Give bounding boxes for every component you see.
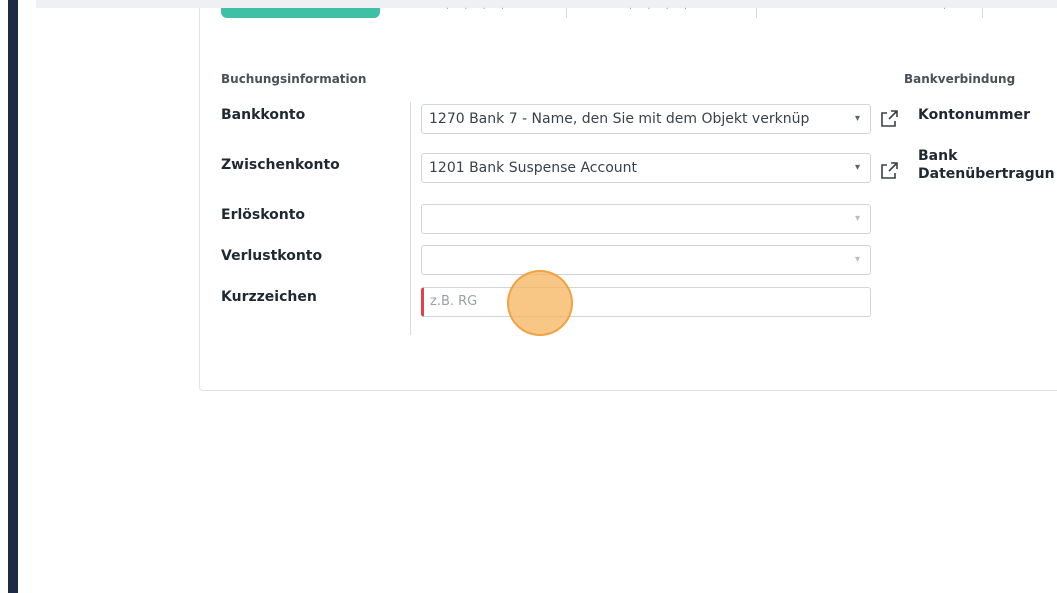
zwischenkonto-label: Zwischenkonto: [221, 157, 340, 173]
tab-2[interactable]: · · · ·: [390, 4, 567, 18]
chevron-down-icon: ▾: [854, 213, 860, 224]
kontonummer-label: Kontonummer: [918, 107, 1031, 123]
kurzzeichen-input[interactable]: z.B. RG: [421, 287, 871, 317]
kurzzeichen-label: Kurzzeichen: [221, 289, 317, 305]
tab-3[interactable]: · · · ·: [566, 4, 757, 18]
booking-section-title: Buchungsinformation: [221, 72, 367, 86]
tab-4[interactable]: ·: [756, 4, 983, 18]
datenuebertragung-label-line2: Datenübertragun: [918, 166, 1055, 182]
bank-section-title: Bankverbindung: [904, 72, 1016, 86]
external-link-icon[interactable]: [878, 160, 900, 182]
bankkonto-select[interactable]: 1270 Bank 7 - Name, den Sie mit dem Obje…: [421, 104, 871, 134]
kurzzeichen-placeholder: z.B. RG: [430, 294, 478, 309]
erloeskonto-label: Erlöskonto: [221, 207, 306, 223]
datenuebertragung-label-line1: Bank: [918, 148, 958, 164]
external-link-icon[interactable]: [878, 108, 900, 130]
left-sidebar: [0, 0, 36, 593]
erloeskonto-select[interactable]: ▾: [421, 204, 871, 234]
chevron-down-icon: ▾: [854, 113, 860, 124]
settings-card: · · · · · · · · · Buchungsinformation Ba…: [199, 4, 1057, 391]
zwischenkonto-value: 1201 Bank Suspense Account: [429, 160, 638, 176]
zwischenkonto-select[interactable]: 1201 Bank Suspense Account ▾: [421, 153, 871, 183]
tab-active[interactable]: [221, 8, 380, 18]
verlustkonto-select[interactable]: ▾: [421, 245, 871, 275]
bankkonto-label: Bankkonto: [221, 107, 306, 123]
chevron-down-icon: ▾: [854, 162, 860, 173]
column-divider: [410, 102, 411, 335]
sidebar-strip: [8, 0, 18, 593]
verlustkonto-label: Verlustkonto: [221, 248, 323, 264]
bankkonto-value: 1270 Bank 7 - Name, den Sie mit dem Obje…: [429, 111, 810, 127]
click-highlight: [507, 270, 573, 336]
chevron-down-icon: ▾: [854, 254, 860, 265]
